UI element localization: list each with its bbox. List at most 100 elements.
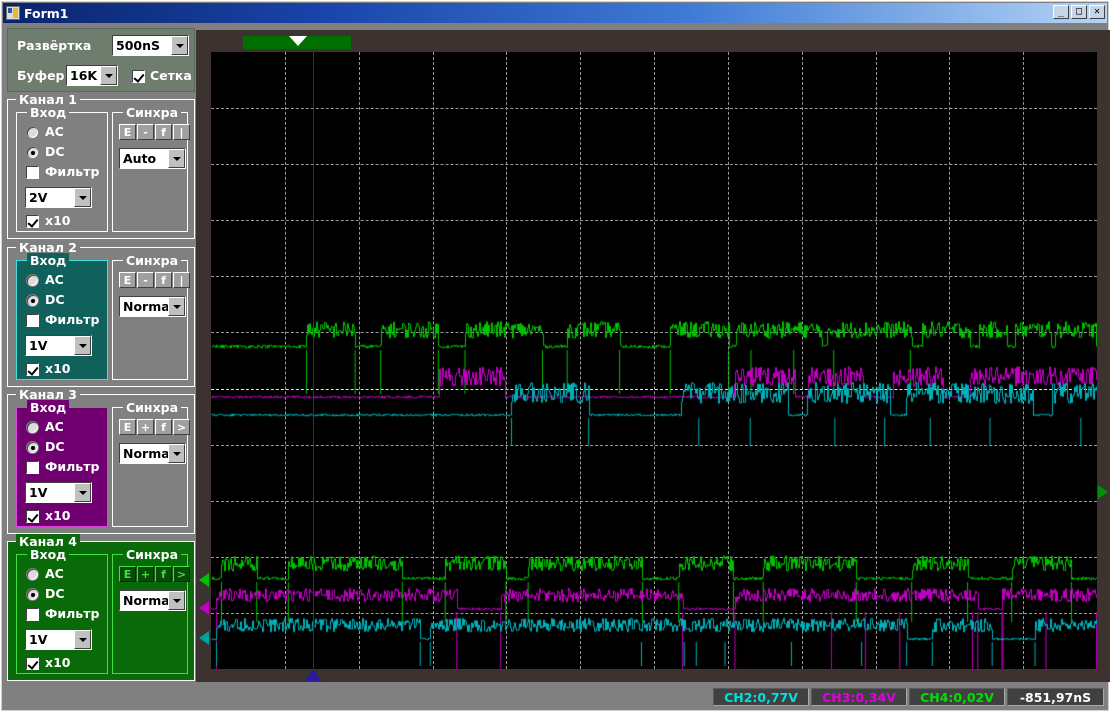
ch4-level-marker[interactable] [199,631,209,645]
title-bar[interactable]: Form1 _ □ ✕ [3,3,1107,23]
x10-checkbox-1[interactable]: x10 [26,213,70,228]
coupling-radio-ac-2[interactable]: AC [26,272,64,287]
filter-checkbox-4[interactable]: Фильтр [26,606,99,621]
maximize-icon: □ [1075,6,1083,17]
radio-icon[interactable] [26,421,39,434]
window-title: Form1 [24,5,69,21]
grid-checkbox[interactable] [132,69,145,83]
sync-mode-select-1[interactable]: Auto [119,148,186,169]
dc-label-4: DC [45,586,65,601]
volts-value-1: 2V [29,190,48,205]
chevron-down-icon[interactable] [100,66,117,85]
chevron-down-icon[interactable] [168,591,185,610]
chevron-down-icon[interactable] [171,36,188,55]
sync-button-compare-1[interactable]: | [173,124,190,140]
checkbox-icon[interactable] [26,314,39,327]
sync-button-slope-2[interactable]: - [137,272,154,288]
coupling-radio-ac-3[interactable]: AC [26,419,64,434]
filter-checkbox-2[interactable]: Фильтр [26,312,99,327]
radio-icon[interactable] [26,126,39,139]
x10-checkbox-4[interactable]: x10 [26,655,70,670]
chevron-down-icon[interactable] [74,336,91,355]
sync-button-filter-3[interactable]: f [155,419,172,435]
coupling-radio-ac-4[interactable]: AC [26,566,64,581]
ch3-level-marker[interactable] [199,601,209,615]
filter-checkbox-3[interactable]: Фильтр [26,459,99,474]
checkbox-icon[interactable] [26,608,39,621]
minimize-icon: _ [1057,6,1065,17]
buffer-label: Буфер [17,68,65,83]
sync-button-filter-4[interactable]: f [155,566,172,582]
sync-mode-select-4[interactable]: Normal [119,590,186,611]
coupling-radio-ac-1[interactable]: AC [26,124,64,139]
sweep-select[interactable]: 500nS [112,35,189,56]
radio-icon[interactable] [26,441,39,454]
radio-icon[interactable] [26,568,39,581]
checkbox-icon[interactable] [26,657,39,670]
coupling-radio-dc-1[interactable]: DC [26,144,65,159]
sync-button-compare-4[interactable]: > [173,566,190,582]
radio-icon[interactable] [26,588,39,601]
checkbox-icon[interactable] [26,215,39,228]
ch2-level-marker-top[interactable] [199,573,209,587]
trigger-position-marker[interactable] [305,669,321,681]
sync-mode-select-3[interactable]: Normal [119,443,186,464]
radio-icon[interactable] [26,294,39,307]
app-icon [6,6,20,20]
checkbox-icon[interactable] [132,70,145,83]
filter-checkbox-1[interactable]: Фильтр [26,164,99,179]
sync-mode-select-2[interactable]: Normal [119,296,186,317]
checkbox-icon[interactable] [26,461,39,474]
x10-checkbox-3[interactable]: x10 [26,508,70,523]
time-readout-text: -851,97nS [1019,689,1092,705]
checkbox-icon[interactable] [26,166,39,179]
chevron-down-icon[interactable] [168,297,185,316]
sync-group-2: Синхра E-f| Normal [112,253,190,380]
sync-button-filter-1[interactable]: f [155,124,172,140]
chevron-down-icon[interactable] [168,444,185,463]
sync-button-slope-4[interactable]: + [137,566,154,582]
chevron-down-icon[interactable] [74,188,91,207]
sync-group-4: Синхра E+f> Normal [112,547,190,674]
sync-button-edge-3[interactable]: E [119,419,136,435]
radio-icon[interactable] [26,146,39,159]
chevron-down-icon[interactable] [74,483,91,502]
sync-button-edge-2[interactable]: E [119,272,136,288]
sync-button-edge-1[interactable]: E [119,124,136,140]
maximize-button[interactable]: □ [1071,5,1087,19]
volts-select-2[interactable]: 1V [25,335,92,356]
radio-icon[interactable] [26,274,39,287]
sync-mode-value-3: Normal [123,446,168,461]
sync-button-slope-3[interactable]: + [137,419,154,435]
x10-checkbox-2[interactable]: x10 [26,361,70,376]
minimize-button[interactable]: _ [1053,5,1069,19]
horizontal-position-bar[interactable] [243,36,351,49]
coupling-radio-dc-4[interactable]: DC [26,586,65,601]
buffer-select[interactable]: 16K [66,65,118,86]
chevron-down-icon[interactable] [168,149,185,168]
channel-panel-4: Канал 4 Вход AC DC Фильтр 1V x10 Синхра E + f > Norm… [7,534,195,681]
close-button[interactable]: ✕ [1089,5,1105,19]
input-group-4: Вход AC DC Фильтр 1V x10 [16,547,108,674]
input-group-3: Вход AC DC Фильтр 1V x10 [16,400,108,527]
coupling-radio-dc-3[interactable]: DC [26,439,65,454]
position-marker-icon[interactable] [289,36,307,46]
sync-button-compare-3[interactable]: > [173,419,190,435]
time-cursor[interactable] [313,52,314,669]
sync-button-compare-2[interactable]: | [173,272,190,288]
sync-button-slope-1[interactable]: - [137,124,154,140]
volts-select-3[interactable]: 1V [25,482,92,503]
volts-select-4[interactable]: 1V [25,629,92,650]
x10-label-4: x10 [45,655,71,670]
trigger-level-marker[interactable] [1098,485,1108,499]
coupling-radio-dc-2[interactable]: DC [26,292,65,307]
checkbox-icon[interactable] [26,510,39,523]
sync-button-edge-4[interactable]: E [119,566,136,582]
input-group-label-1: Вход [27,105,70,120]
sync-button-filter-2[interactable]: f [155,272,172,288]
chevron-down-icon[interactable] [74,630,91,649]
scope-display[interactable] [211,52,1097,669]
status-bar: CH2:0,77V CH3:0,34V CH4:0,02V -851,97nS [3,686,1107,708]
volts-select-1[interactable]: 2V [25,187,92,208]
checkbox-icon[interactable] [26,363,39,376]
